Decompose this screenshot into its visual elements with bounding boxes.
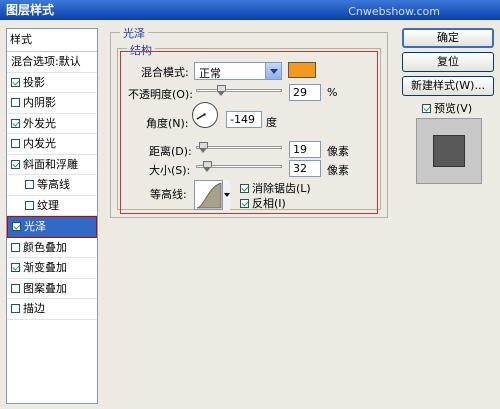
distance-slider-thumb[interactable]	[198, 142, 208, 153]
style-list-item-label: 内发光	[23, 137, 56, 150]
angle-dial[interactable]	[192, 102, 218, 128]
opacity-slider[interactable]	[196, 85, 282, 99]
style-preview	[416, 118, 482, 184]
invert-checkbox[interactable]: 反相(I)	[240, 195, 286, 211]
distance-slider-track	[196, 146, 282, 149]
checkbox-icon[interactable]	[11, 283, 20, 293]
size-slider-thumb[interactable]	[203, 161, 213, 172]
style-list-item[interactable]: 图案叠加	[7, 279, 97, 299]
angle-input[interactable]: -149	[226, 111, 262, 128]
anti-alias-label: 消除锯齿(L)	[252, 182, 311, 195]
angle-unit: 度	[266, 116, 277, 129]
checkbox-icon[interactable]	[11, 242, 20, 252]
size-slider[interactable]	[196, 161, 282, 175]
style-list-item-label: 斜面和浮雕	[23, 157, 78, 171]
blend-mode-label: 混合模式:	[141, 66, 189, 79]
style-list-item-label: 光泽	[24, 220, 46, 233]
style-list-item-label: 颜色叠加	[23, 240, 67, 254]
style-list-item[interactable]: 外发光	[7, 114, 97, 134]
watermark: Cnwebshow.com	[348, 5, 440, 18]
style-list-item-label: 纹理	[37, 198, 59, 212]
checkbox-icon[interactable]	[240, 184, 249, 193]
style-list-header[interactable]: 样式	[7, 29, 97, 52]
size-input[interactable]: 32	[289, 160, 321, 177]
anti-alias-checkbox[interactable]: 消除锯齿(L)	[240, 180, 311, 196]
opacity-slider-track	[196, 89, 282, 92]
style-list-item[interactable]: 描边	[7, 299, 97, 320]
style-list: 样式 混合选项:默认投影内阴影外发光内发光斜面和浮雕等高线纹理光泽颜色叠加渐变叠…	[6, 28, 98, 404]
style-list-item-label: 图案叠加	[23, 281, 67, 295]
style-list-item-label: 描边	[23, 302, 45, 315]
style-list-item[interactable]: 纹理	[7, 196, 97, 216]
checkbox-icon[interactable]	[11, 118, 20, 128]
reset-button[interactable]: 复位	[402, 52, 494, 72]
style-list-item-label: 等高线	[37, 178, 70, 191]
style-list-item[interactable]: 等高线	[7, 175, 97, 196]
blend-mode-value: 正常	[199, 67, 221, 80]
style-list-item[interactable]: 斜面和浮雕	[7, 155, 97, 175]
style-preview-swatch	[433, 135, 465, 167]
style-list-item-label: 渐变叠加	[23, 261, 67, 274]
distance-label: 距离(D):	[149, 145, 192, 158]
gloss-group-title: 光泽	[120, 25, 148, 41]
style-list-item[interactable]: 渐变叠加	[7, 258, 97, 279]
opacity-slider-thumb[interactable]	[216, 85, 226, 96]
checkbox-icon[interactable]	[25, 200, 34, 210]
style-list-item[interactable]: 光泽	[7, 216, 97, 238]
angle-dial-needle	[196, 113, 205, 120]
angle-label: 角度(N):	[146, 117, 189, 130]
checkbox-icon[interactable]	[11, 98, 20, 107]
checkbox-icon[interactable]	[11, 77, 20, 87]
checkbox-icon[interactable]	[422, 104, 431, 113]
size-unit: 像素	[327, 164, 349, 177]
blend-mode-select[interactable]: 正常	[194, 62, 282, 80]
window-title: 图层样式	[6, 3, 55, 17]
distance-input[interactable]: 19	[289, 141, 321, 158]
distance-unit: 像素	[327, 145, 349, 158]
preview-checkbox[interactable]: 预览(V)	[422, 100, 472, 116]
checkbox-icon[interactable]	[11, 304, 20, 313]
style-list-item[interactable]: 内阴影	[7, 93, 97, 114]
invert-label: 反相(I)	[252, 197, 286, 210]
style-list-item-label: 投影	[23, 75, 45, 89]
checkbox-icon[interactable]	[240, 199, 249, 208]
opacity-input[interactable]: 29	[289, 84, 321, 101]
ok-button[interactable]: 确定	[402, 28, 494, 48]
checkbox-icon[interactable]	[25, 180, 34, 189]
style-list-item[interactable]: 投影	[7, 73, 97, 93]
angle-dial-center	[203, 113, 206, 116]
contour-dropdown-arrow[interactable]	[222, 180, 230, 210]
distance-slider[interactable]	[196, 142, 282, 156]
blend-color-swatch[interactable]	[288, 62, 316, 78]
opacity-label: 不透明度(O):	[128, 88, 193, 101]
opacity-unit: %	[327, 86, 338, 99]
style-list-item-label: 内阴影	[23, 96, 56, 109]
checkbox-icon[interactable]	[11, 139, 20, 148]
contour-label: 等高线:	[150, 188, 187, 201]
style-list-item[interactable]: 混合选项:默认	[7, 52, 97, 73]
new-style-button[interactable]: 新建样式(W)...	[402, 76, 494, 96]
checkbox-icon[interactable]	[11, 159, 20, 169]
style-list-item[interactable]: 颜色叠加	[7, 238, 97, 258]
chevron-down-icon[interactable]	[265, 63, 281, 79]
contour-curve-icon	[196, 182, 222, 209]
checkbox-icon[interactable]	[12, 222, 21, 231]
checkbox-icon[interactable]	[11, 263, 20, 272]
style-list-item-label: 混合选项:默认	[11, 55, 81, 68]
style-list-item[interactable]: 内发光	[7, 134, 97, 155]
preview-label: 预览(V)	[434, 102, 473, 115]
style-list-item-label: 外发光	[23, 116, 56, 130]
title-bar: 图层样式 Cnwebshow.com	[0, 0, 500, 20]
size-label: 大小(S):	[149, 164, 191, 177]
